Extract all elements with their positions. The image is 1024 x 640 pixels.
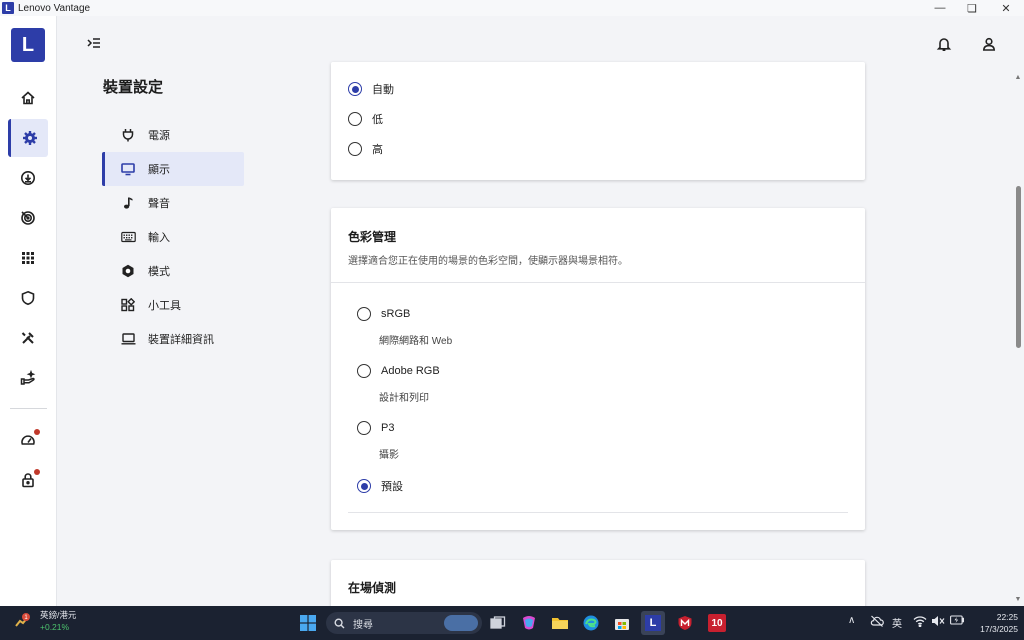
option-description: 設計和列印 bbox=[379, 393, 429, 404]
stock-widget[interactable]: 1 英鎊/港元 +0.21% bbox=[14, 609, 76, 633]
radio-option-low[interactable]: 低 bbox=[348, 111, 383, 127]
scroll-down-arrow[interactable]: ▼ bbox=[1013, 596, 1023, 604]
radar-icon[interactable] bbox=[8, 199, 48, 237]
app-logo-icon: L bbox=[2, 2, 14, 14]
radio-option-auto[interactable]: 自動 bbox=[348, 81, 394, 97]
nav-item-input[interactable]: 輸入 bbox=[102, 220, 244, 254]
search-placeholder: 搜尋 bbox=[353, 619, 373, 631]
card-description: 選擇適合您正在使用的場景的色彩空間，使顯示器與場景相符。 bbox=[348, 256, 628, 267]
option-description: 攝影 bbox=[379, 450, 399, 461]
minimize-button[interactable]: — bbox=[924, 0, 956, 16]
card-title: 在場偵測 bbox=[348, 581, 397, 595]
nav-item-mode[interactable]: 模式 bbox=[102, 254, 244, 288]
apps-grid-icon[interactable] bbox=[8, 239, 48, 277]
title-bar: L Lenovo Vantage — ❏ ✕ bbox=[0, 0, 1024, 16]
battery-charging-icon[interactable] bbox=[950, 615, 965, 628]
search-icon bbox=[334, 617, 345, 628]
scrollbar-thumb[interactable] bbox=[1016, 186, 1021, 348]
gear-icon[interactable] bbox=[8, 119, 48, 157]
cloud-off-icon[interactable] bbox=[870, 615, 884, 630]
level-options-card: 自動 低 高 bbox=[331, 62, 865, 180]
radio-button[interactable] bbox=[357, 307, 371, 321]
hexagon-icon bbox=[120, 263, 136, 279]
radio-button[interactable] bbox=[348, 82, 362, 96]
window-title: Lenovo Vantage bbox=[18, 2, 91, 14]
nav-item-label: 輸入 bbox=[148, 232, 170, 244]
tools-icon[interactable] bbox=[8, 319, 48, 357]
lenovo-vantage-taskbar-icon[interactable]: L bbox=[641, 611, 665, 635]
divider bbox=[348, 512, 848, 513]
divider bbox=[331, 282, 865, 283]
restore-button[interactable]: ❏ bbox=[956, 0, 988, 16]
laptop-icon bbox=[120, 331, 136, 347]
search-highlight-icon bbox=[444, 615, 478, 631]
widgets-icon bbox=[120, 297, 136, 313]
mcafee-icon[interactable] bbox=[673, 611, 697, 635]
radio-option-default[interactable]: 預設 bbox=[357, 478, 403, 494]
hand-sparkle-icon[interactable] bbox=[8, 359, 48, 397]
radio-option-adobe-rgb[interactable]: Adobe RGB bbox=[357, 364, 440, 378]
rail-divider bbox=[10, 408, 47, 409]
radio-button[interactable] bbox=[357, 364, 371, 378]
nav-item-label: 顯示 bbox=[148, 164, 170, 176]
menu-collapse-icon[interactable] bbox=[84, 34, 104, 54]
radio-button[interactable] bbox=[348, 112, 362, 126]
radio-option-srgb[interactable]: sRGB bbox=[357, 307, 410, 321]
bell-icon[interactable] bbox=[934, 34, 954, 54]
left-rail: L bbox=[0, 16, 57, 606]
taskbar: 1 英鎊/港元 +0.21% 搜尋 L 10 ∧ 英 22:25 17/3/20… bbox=[0, 606, 1024, 640]
home-icon[interactable] bbox=[8, 79, 48, 117]
radio-button[interactable] bbox=[357, 479, 371, 493]
music-note-icon bbox=[120, 195, 136, 211]
notification-badge bbox=[34, 469, 40, 475]
lock-icon[interactable] bbox=[8, 461, 48, 499]
windows-start-icon[interactable] bbox=[296, 611, 320, 635]
stock-name: 英鎊/港元 bbox=[40, 610, 77, 620]
nav-item-widgets[interactable]: 小工具 bbox=[102, 288, 244, 322]
nav-item-sound[interactable]: 聲音 bbox=[102, 186, 244, 220]
monitor-icon bbox=[120, 161, 136, 177]
nav-item-label: 裝置詳細資訊 bbox=[148, 334, 214, 346]
nav-item-label: 模式 bbox=[148, 266, 170, 278]
edge-browser-icon[interactable] bbox=[579, 611, 603, 635]
nav-item-device-details[interactable]: 裝置詳細資訊 bbox=[102, 322, 244, 356]
nav-item-label: 小工具 bbox=[148, 300, 181, 312]
close-button[interactable]: ✕ bbox=[990, 0, 1022, 16]
stock-change: +0.21% bbox=[40, 622, 70, 632]
stock-chart-icon: 1 bbox=[15, 613, 30, 627]
radio-button[interactable] bbox=[348, 142, 362, 156]
system-clock[interactable]: 22:25 17/3/2025 bbox=[966, 611, 1018, 635]
notification-badge bbox=[34, 429, 40, 435]
radio-button[interactable] bbox=[357, 421, 371, 435]
page-title: 裝置設定 bbox=[103, 79, 164, 96]
scroll-up-arrow[interactable]: ▲ bbox=[1013, 74, 1023, 82]
nav-item-display[interactable]: 顯示 bbox=[102, 152, 244, 186]
user-icon[interactable] bbox=[979, 34, 999, 54]
option-description: 網際網路和 Web bbox=[379, 336, 453, 347]
app-10-icon[interactable]: 10 bbox=[705, 611, 729, 635]
nav-item-label: 電源 bbox=[148, 130, 170, 142]
nav-item-power[interactable]: 電源 bbox=[102, 118, 244, 152]
ime-indicator[interactable]: 英 bbox=[892, 615, 902, 630]
plug-icon bbox=[120, 127, 136, 143]
radio-option-p3[interactable]: P3 bbox=[357, 421, 394, 435]
radio-option-high[interactable]: 高 bbox=[348, 141, 383, 157]
taskbar-search[interactable]: 搜尋 bbox=[326, 612, 482, 634]
wifi-icon[interactable] bbox=[913, 615, 927, 630]
brand-logo[interactable]: L bbox=[11, 28, 45, 62]
nav-item-label: 聲音 bbox=[148, 198, 170, 210]
shield-icon[interactable] bbox=[8, 279, 48, 317]
copilot-icon[interactable] bbox=[517, 611, 541, 635]
tray-expand-icon[interactable]: ∧ bbox=[848, 615, 855, 626]
microsoft-store-icon[interactable] bbox=[610, 611, 634, 635]
speaker-muted-icon[interactable] bbox=[931, 615, 945, 630]
task-view-icon[interactable] bbox=[486, 611, 510, 635]
speedometer-icon[interactable] bbox=[8, 421, 48, 459]
color-management-card: 色彩管理 選擇適合您正在使用的場景的色彩空間，使顯示器與場景相符。 sRGB 網… bbox=[331, 208, 865, 530]
keyboard-icon bbox=[120, 229, 136, 245]
file-explorer-icon[interactable] bbox=[548, 611, 572, 635]
card-title: 色彩管理 bbox=[348, 230, 397, 244]
download-icon[interactable] bbox=[8, 159, 48, 197]
